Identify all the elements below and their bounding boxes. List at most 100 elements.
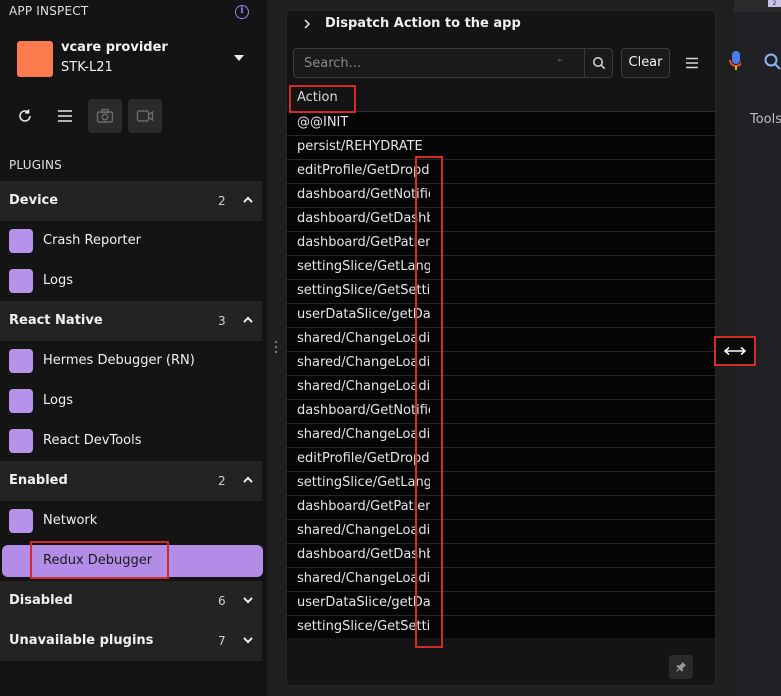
- table-row[interactable]: dashboard/GetNotific: [287, 400, 715, 424]
- table-row[interactable]: shared/ChangeLoadin: [287, 568, 715, 592]
- action-cell: persist/REHYDRATE: [297, 139, 423, 154]
- screenshot-button[interactable]: [88, 99, 122, 133]
- tab-badge: 2: [768, 0, 781, 7]
- plugin-icon: [9, 269, 33, 293]
- action-cell: userDataSlice/getData: [297, 307, 430, 322]
- action-cell: userDataSlice/getData: [297, 595, 430, 610]
- refresh-icon: [19, 109, 31, 122]
- table-row[interactable]: dashboard/GetDashbo: [287, 208, 715, 232]
- table-row[interactable]: settingSlice/GetSettin: [287, 280, 715, 304]
- device-name: STK-L21: [61, 60, 113, 75]
- plugins-label: PLUGINS: [9, 158, 62, 172]
- table-row[interactable]: dashboard/GetNotific: [287, 184, 715, 208]
- dispatch-action-header[interactable]: Dispatch Action to the app: [325, 16, 521, 31]
- table-row[interactable]: shared/ChangeLoadin: [287, 352, 715, 376]
- group-title: React Native: [9, 313, 103, 328]
- plugin-network[interactable]: Network: [0, 501, 262, 541]
- table-row[interactable]: shared/ChangeLoadin: [287, 520, 715, 544]
- clear-button[interactable]: Clear: [621, 48, 670, 78]
- hamburger-icon: [58, 110, 72, 122]
- chevron-down-icon[interactable]: [241, 593, 255, 607]
- microphone-icon[interactable]: [727, 50, 741, 72]
- search-icon: [592, 57, 605, 70]
- table-row[interactable]: shared/ChangeLoadin: [287, 376, 715, 400]
- app-name: vcare provider: [61, 40, 168, 55]
- plugin-icon: [9, 509, 33, 533]
- plugin-icon: [9, 389, 33, 413]
- chevron-up-icon[interactable]: [241, 313, 255, 327]
- search-clear-icon[interactable]: ⌁: [557, 56, 562, 66]
- plugin-label: Hermes Debugger (RN): [43, 353, 195, 368]
- table-row[interactable]: settingSlice/GetLangu: [287, 256, 715, 280]
- group-disabled[interactable]: Disabled 6: [0, 581, 262, 621]
- tools-label[interactable]: Tools: [750, 112, 781, 127]
- chevron-up-icon[interactable]: [241, 473, 255, 487]
- table-row[interactable]: dashboard/GetDashbo: [287, 544, 715, 568]
- search-input[interactable]: [294, 49, 576, 77]
- pin-icon: [676, 662, 686, 672]
- chevron-down-icon[interactable]: [234, 55, 244, 61]
- table-row[interactable]: dashboard/GetPatient: [287, 232, 715, 256]
- action-cell: editProfile/GetDropdo: [297, 451, 430, 466]
- action-cell: @@INIT: [297, 115, 349, 130]
- group-title: Disabled: [9, 593, 73, 608]
- plugin-label: React DevTools: [43, 433, 142, 448]
- hamburger-icon[interactable]: [684, 55, 700, 71]
- plugin-icon: [9, 349, 33, 373]
- group-enabled[interactable]: Enabled 2: [0, 461, 262, 501]
- table-row[interactable]: userDataSlice/getData: [287, 304, 715, 328]
- resize-handle[interactable]: [714, 336, 756, 366]
- group-count: 3: [218, 314, 226, 328]
- search-icon[interactable]: [763, 52, 781, 70]
- plugin-label: Logs: [43, 273, 73, 288]
- chevron-right-icon[interactable]: [301, 17, 313, 31]
- group-title: Device: [9, 193, 59, 208]
- plugin-react-devtools[interactable]: React DevTools: [0, 421, 262, 461]
- menu-button[interactable]: [48, 99, 82, 133]
- plugin-rn-logs[interactable]: Logs: [0, 381, 262, 421]
- group-count: 2: [218, 194, 226, 208]
- splitter-handle-icon[interactable]: [274, 340, 278, 354]
- action-cell: shared/ChangeLoadin: [297, 355, 430, 370]
- plugin-label: Logs: [43, 393, 73, 408]
- chevron-down-icon[interactable]: [241, 633, 255, 647]
- action-cell: editProfile/GetDropdo: [297, 163, 430, 178]
- table-row[interactable]: editProfile/GetDropdo: [287, 160, 715, 184]
- table-row[interactable]: persist/REHYDRATE: [287, 136, 715, 160]
- table-row[interactable]: settingSlice/GetLangu: [287, 472, 715, 496]
- plugin-label: Crash Reporter: [43, 233, 141, 248]
- resize-arrows-icon: [723, 346, 747, 356]
- plugin-crash-reporter[interactable]: Crash Reporter: [0, 221, 262, 261]
- info-icon[interactable]: i: [235, 5, 249, 19]
- plugin-redux-debugger[interactable]: Redux Debugger: [2, 545, 263, 577]
- group-title: Unavailable plugins: [9, 633, 154, 648]
- group-device[interactable]: Device 2: [0, 181, 262, 221]
- record-button[interactable]: [128, 99, 162, 133]
- table-row[interactable]: editProfile/GetDropdo: [287, 448, 715, 472]
- group-unavailable[interactable]: Unavailable plugins 7: [0, 621, 262, 661]
- pin-button[interactable]: [669, 655, 693, 679]
- column-header-action[interactable]: Action: [297, 90, 338, 105]
- action-cell: settingSlice/GetSettin: [297, 619, 430, 634]
- action-cell: shared/ChangeLoadin: [297, 571, 430, 586]
- action-cell: dashboard/GetDashbo: [297, 211, 430, 226]
- plugin-hermes-debugger[interactable]: Hermes Debugger (RN): [0, 341, 262, 381]
- table-row[interactable]: dashboard/GetPatient: [287, 496, 715, 520]
- plugin-label: Redux Debugger: [43, 553, 153, 568]
- video-camera-icon: [136, 110, 154, 122]
- table-row[interactable]: @@INIT: [287, 112, 715, 136]
- chevron-up-icon[interactable]: [241, 193, 255, 207]
- table-row[interactable]: settingSlice/GetSettin: [287, 616, 715, 638]
- reload-button[interactable]: [8, 99, 42, 133]
- group-react-native[interactable]: React Native 3: [0, 301, 262, 341]
- sidebar: APP INSPECT i vcare provider STK-L21 PLU…: [0, 0, 267, 696]
- table-row[interactable]: shared/ChangeLoadin: [287, 424, 715, 448]
- search-button[interactable]: [584, 49, 612, 77]
- group-count: 7: [218, 634, 226, 648]
- group-count: 6: [218, 594, 226, 608]
- table-row[interactable]: shared/ChangeLoadin: [287, 328, 715, 352]
- plugin-device-logs[interactable]: Logs: [0, 261, 262, 301]
- plugin-icon: [9, 429, 33, 453]
- table-row[interactable]: userDataSlice/getData: [287, 592, 715, 616]
- action-cell: shared/ChangeLoadin: [297, 427, 430, 442]
